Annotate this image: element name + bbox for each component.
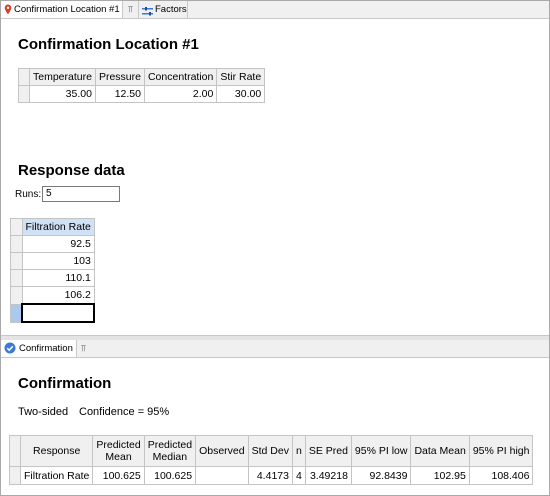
conf-cell[interactable]: 92.8439 — [350, 466, 412, 485]
factor-value[interactable]: 12.50 — [94, 85, 145, 103]
response-cell[interactable]: 110.1 — [21, 269, 95, 287]
response-column-header[interactable]: Filtration Rate — [21, 218, 95, 236]
tab-factors-label: Factors — [155, 4, 187, 15]
conf-cell[interactable]: 102.95 — [410, 466, 470, 485]
pin-icon[interactable]: ⫪ — [81, 340, 86, 357]
factors-icon — [142, 5, 153, 22]
conf-header[interactable]: 95% PI high — [468, 435, 534, 467]
response-table: Filtration Rate 92.5 103 110.1 106.2 — [10, 218, 96, 323]
factor-table: Temperature Pressure Concentration Stir … — [18, 68, 266, 103]
sidedness-text: Two-sided — [18, 406, 69, 418]
conf-cell[interactable]: 4.4173 — [247, 466, 293, 485]
conf-cell[interactable]: 3.49218 — [304, 466, 352, 485]
conf-cell[interactable]: 108.406 — [468, 466, 534, 485]
response-cell-active[interactable] — [20, 303, 96, 323]
corner-cell — [18, 68, 30, 86]
factor-header[interactable]: Concentration — [143, 68, 218, 86]
conf-cell[interactable]: 100.625 — [92, 466, 145, 485]
tab-confirmation-location-label: Confirmation Location #1 — [14, 4, 120, 15]
response-cell[interactable]: 106.2 — [21, 286, 95, 305]
confirmation-title: Confirmation — [18, 375, 112, 392]
conf-header[interactable]: SE Pred — [304, 435, 352, 467]
response-cell[interactable]: 103 — [21, 252, 95, 270]
conf-cell-response[interactable]: Filtration Rate — [19, 466, 94, 485]
confirmation-table: Response Predicted Mean Predicted Median… — [9, 435, 534, 485]
tab-confirmation-label: Confirmation — [19, 343, 73, 354]
location-pin-icon — [4, 4, 12, 21]
runs-label: Runs: — [15, 189, 42, 200]
bottom-tab-strip: Confirmation ⫪ — [1, 340, 549, 358]
row-header[interactable] — [10, 286, 23, 305]
location-title: Confirmation Location #1 — [18, 36, 199, 53]
row-header[interactable] — [10, 252, 23, 270]
tab-factors[interactable]: Factors — [138, 1, 188, 18]
app-window: Confirmation Location #1 ⫪ Factors Confi… — [0, 0, 550, 496]
corner-cell — [10, 218, 23, 236]
conf-header[interactable]: Std Dev — [247, 435, 293, 467]
conf-cell[interactable]: 100.625 — [143, 466, 197, 485]
conf-header[interactable]: n — [291, 435, 306, 467]
factor-header[interactable]: Stir Rate — [216, 68, 266, 86]
row-header[interactable] — [10, 269, 23, 287]
factor-value[interactable]: 30.00 — [216, 85, 266, 103]
conf-header[interactable]: Predicted Median — [143, 435, 197, 467]
row-header[interactable] — [10, 235, 23, 253]
conf-header[interactable]: Data Mean — [410, 435, 470, 467]
tab-confirmation[interactable]: Confirmation — [1, 340, 77, 357]
conf-header[interactable]: 95% PI low — [350, 435, 412, 467]
conf-header[interactable]: Predicted Mean — [92, 435, 145, 467]
row-header-selected[interactable] — [10, 303, 23, 323]
factor-value[interactable]: 2.00 — [143, 85, 218, 103]
row-header[interactable] — [9, 466, 21, 485]
tab-confirmation-location[interactable]: Confirmation Location #1 — [1, 1, 123, 18]
response-title: Response data — [18, 162, 125, 179]
top-tab-strip: Confirmation Location #1 ⫪ Factors — [1, 1, 549, 19]
factor-header[interactable]: Pressure — [94, 68, 145, 86]
conf-header[interactable]: Response — [19, 435, 94, 467]
response-cell[interactable]: 92.5 — [21, 235, 95, 253]
factor-value[interactable]: 35.00 — [29, 85, 96, 103]
pin-icon[interactable]: ⫪ — [128, 1, 133, 18]
conf-header[interactable]: Observed — [195, 435, 249, 467]
factor-header[interactable]: Temperature — [29, 68, 96, 86]
check-circle-icon — [4, 342, 16, 360]
row-header[interactable] — [18, 85, 30, 103]
conf-cell[interactable]: 4 — [291, 466, 306, 485]
runs-input[interactable]: 5 — [42, 186, 120, 202]
confidence-text: Confidence = 95% — [79, 406, 170, 418]
conf-cell[interactable] — [195, 466, 249, 485]
corner-cell — [9, 435, 21, 467]
